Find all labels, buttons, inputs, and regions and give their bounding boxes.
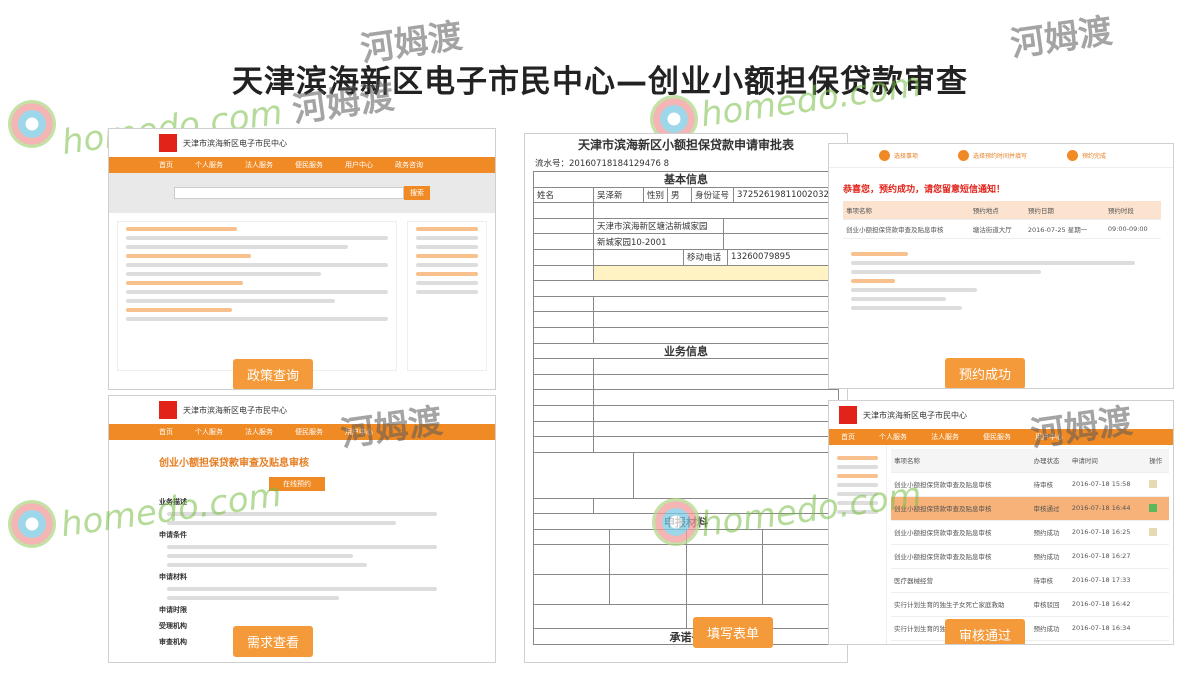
main-nav: 首页 个人服务 法人服务 便民服务 用户中心 政务咨询 — [109, 157, 495, 173]
step-label: 预约成功 — [945, 358, 1026, 388]
section-label: 申请条件 — [159, 531, 187, 539]
site-header: 天津市滨海新区电子市民中心 — [109, 129, 495, 157]
form-row — [534, 265, 838, 282]
form-row: 天津市滨海新区塘沽新城家园 — [534, 218, 838, 235]
section-label: 申请时限 — [159, 606, 187, 614]
nav-user[interactable]: 用户中心 — [345, 160, 373, 170]
form-row — [534, 575, 838, 606]
success-message: 恭喜您，预约成功，请您留意短信通知！ — [843, 185, 1006, 195]
nav-legal[interactable]: 法人服务 — [245, 160, 273, 170]
table-row[interactable]: 创业小额担保贷款审查及贴息审核 预约成功 2016-07-18 16:25 — [891, 520, 1169, 545]
search-input[interactable] — [174, 187, 404, 199]
form-row — [534, 359, 838, 375]
form-row — [534, 405, 838, 422]
step-indicator: 选择预约时间并填写 — [958, 150, 1027, 161]
form-row — [534, 545, 838, 576]
section-header: 承诺书 — [534, 629, 838, 646]
table-row[interactable]: 创业小额担保贷款审查及贴息审核 审核通过 2016-07-18 16:44 — [891, 496, 1169, 521]
site-title: 天津市滨海新区电子市民中心 — [183, 138, 287, 148]
watermark-logo-icon — [652, 498, 700, 546]
site-logo-icon — [159, 134, 177, 152]
site-logo-icon — [159, 401, 177, 419]
section-header: 基本信息 — [534, 172, 838, 188]
form-row — [534, 437, 838, 453]
watermark-logo-icon — [8, 500, 56, 548]
nav-consult[interactable]: 政务咨询 — [395, 160, 423, 170]
table-row[interactable]: 医疗器械经营 待审核 2016-07-18 17:33 — [891, 568, 1169, 593]
form-row — [534, 312, 838, 328]
nav-personal[interactable]: 个人服务 — [195, 427, 223, 437]
address-field[interactable]: 天津市滨海新区塘沽新城家园 — [594, 218, 724, 234]
form-row — [534, 390, 838, 406]
form-row: 移动电话 13260079895 — [534, 249, 838, 266]
section-header: 业务信息 — [534, 344, 838, 360]
service-heading: 创业小额担保贷款审查及贴息审核 — [159, 458, 309, 469]
form-row — [534, 327, 838, 344]
step-1-icon — [879, 150, 890, 161]
nav-home[interactable]: 首页 — [159, 427, 173, 437]
user-sidebar — [829, 445, 887, 644]
form-row — [534, 296, 838, 313]
form-row — [534, 421, 838, 438]
policy-sidebar — [407, 221, 487, 371]
form-title: 天津市滨海新区小额担保贷款申请审批表 — [577, 138, 794, 152]
nav-personal[interactable]: 个人服务 — [879, 432, 907, 442]
step-3-icon — [1067, 150, 1079, 161]
step-label: 需求查看 — [233, 626, 314, 657]
watermark-logo-icon — [8, 100, 56, 148]
step-label: 政策查询 — [233, 359, 314, 389]
nav-convenience[interactable]: 便民服务 — [295, 427, 323, 437]
table-row: 创业小额担保贷款审查及贴息审核 塘沽街道大厅 2016-07-25 星期一 09:00… — [843, 219, 1161, 239]
nav-convenience[interactable]: 便民服务 — [295, 160, 323, 170]
form-row: 姓名 吴泽新 性别 男 身份证号 372526198110020321 — [534, 187, 838, 204]
action-button[interactable] — [1149, 528, 1158, 537]
appointment-success-screenshot: 选择事项 选择预约时间并填写 预约完成 恭喜您，预约成功，请您留意短信通知！ 事… — [828, 143, 1174, 389]
serial-number: 流水号：20160718184129476 8 — [535, 159, 670, 169]
step-label: 审核通过 — [945, 619, 1026, 644]
action-button[interactable] — [1149, 480, 1158, 489]
nav-convenience[interactable]: 便民服务 — [983, 432, 1011, 442]
applicant-name[interactable]: 吴泽新 — [594, 187, 644, 203]
form-row — [534, 281, 838, 297]
site-title: 天津市滨海新区电子市民中心 — [183, 405, 287, 415]
policy-search-screenshot: 天津市滨海新区电子市民中心 首页 个人服务 法人服务 便民服务 用户中心 政务咨… — [108, 128, 496, 390]
home-address-field[interactable]: 新城家园10-2001 — [594, 234, 724, 249]
policy-list — [117, 221, 397, 371]
nav-home[interactable]: 首页 — [159, 160, 173, 170]
table-row[interactable]: 创业小额担保贷款审查及贴息审核 预约成功 2016-07-18 16:27 — [891, 544, 1169, 569]
step-label: 填写表单 — [693, 617, 774, 648]
step-indicator: 预约完成 — [1067, 150, 1106, 161]
table-row[interactable]: 创业小额担保贷款审查及贴息审核 待审核 2016-07-18 15:58 — [891, 472, 1169, 497]
appointment-table: 事项名称 预约地点 预约日期 预约时段 创业小额担保贷款审查及贴息审核 塘沽街道大厅 20… — [843, 201, 1161, 239]
site-title: 天津市滨海新区电子市民中心 — [863, 410, 967, 420]
nav-legal[interactable]: 法人服务 — [931, 432, 959, 442]
step-2-icon — [958, 150, 970, 161]
nav-personal[interactable]: 个人服务 — [195, 160, 223, 170]
search-bar: 搜索 — [109, 173, 495, 213]
site-logo-icon — [839, 406, 857, 424]
table-row[interactable]: 实行计划生育的独生子女死亡家庭救助 审核驳回 2016-07-18 16:42 — [891, 592, 1169, 617]
application-table: 事项名称 办理状态 申请时间 操作 创业小额担保贷款审查及贴息审核 待审核 2016-07… — [891, 449, 1169, 642]
application-form-screenshot: 天津市滨海新区小额担保贷款申请审批表 流水号：20160718184129476… — [524, 133, 848, 663]
nav-legal[interactable]: 法人服务 — [245, 427, 273, 437]
search-button[interactable]: 搜索 — [404, 186, 430, 200]
phone-field[interactable]: 13260079895 — [728, 250, 838, 265]
id-number-field[interactable]: 372526198110020321 — [734, 188, 838, 203]
form-row — [534, 203, 838, 219]
form-row: 新城家园10-2001 — [534, 234, 838, 250]
step-indicator: 选择事项 — [879, 150, 918, 161]
nav-home[interactable]: 首页 — [841, 432, 855, 442]
action-button[interactable] — [1149, 504, 1158, 513]
form-row — [534, 605, 838, 630]
section-label: 申请材料 — [159, 573, 187, 581]
table-row[interactable]: 实行计划生育的独生子女死亡家庭救助预约成功2016-07-18 16:34 — [891, 616, 1169, 642]
form-row — [534, 374, 838, 391]
